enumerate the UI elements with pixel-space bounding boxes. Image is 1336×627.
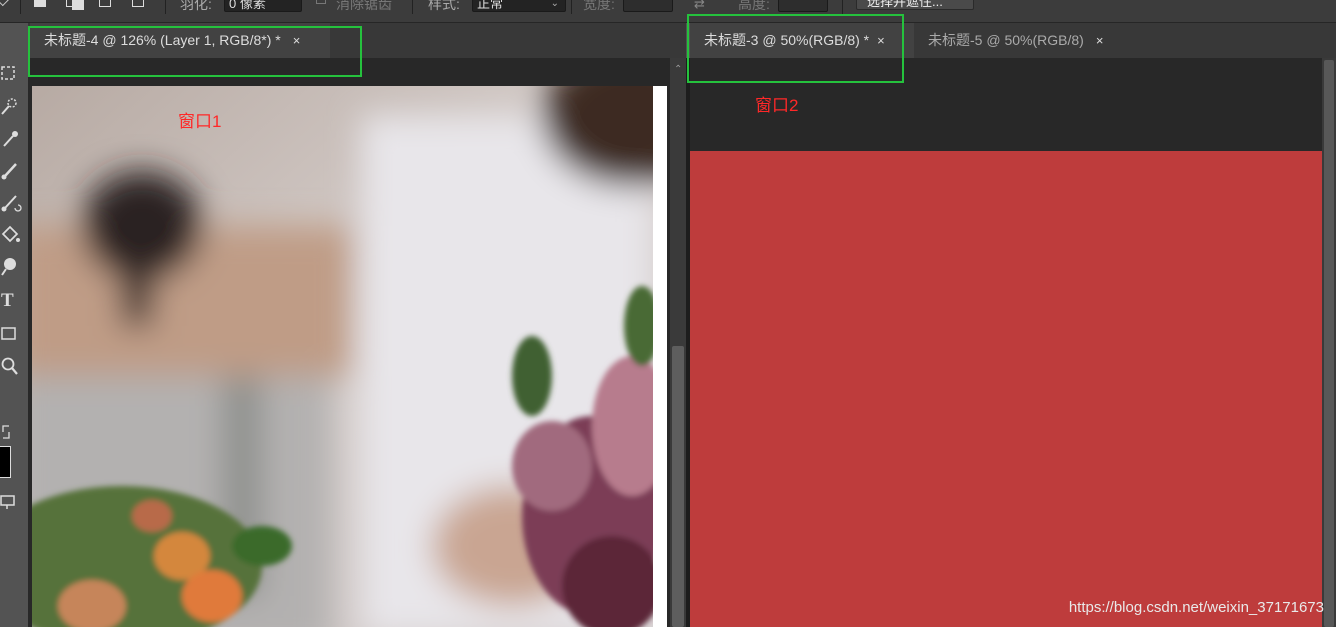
annotation-window1: 窗口1: [178, 112, 222, 131]
type-icon[interactable]: T: [0, 290, 27, 312]
red-document-canvas[interactable]: [690, 151, 1322, 627]
paint-bucket-icon[interactable]: [0, 224, 26, 246]
tab-untitled-5[interactable]: 未标题-5 @ 50%(RGB/8) ×: [914, 23, 1124, 58]
style-select[interactable]: 正常 ⌄: [472, 0, 566, 12]
new-selection-icon[interactable]: [34, 0, 46, 7]
tab-label: 未标题-5 @ 50%(RGB/8): [928, 32, 1084, 48]
flowers-photo[interactable]: [32, 86, 653, 627]
dropdown-arrow-icon[interactable]: [0, 0, 10, 7]
rectangle-icon[interactable]: [0, 324, 26, 346]
scrollbar-thumb-1[interactable]: [672, 346, 684, 627]
antialias-checkbox[interactable]: [316, 0, 326, 4]
separator: [165, 0, 166, 14]
watermark-url: https://blog.csdn.net/weixin_37171673: [1068, 599, 1324, 616]
intersect-selection-icon[interactable]: [132, 0, 144, 7]
zoom-icon[interactable]: [0, 356, 26, 378]
swap-colors-icon[interactable]: [0, 422, 26, 444]
tools-panel: T: [0, 58, 29, 627]
dodge-icon[interactable]: [0, 256, 26, 278]
separator: [20, 0, 21, 14]
style-label: 样式:: [428, 0, 460, 12]
scroll-up-arrow-icon[interactable]: ⌃: [674, 64, 682, 75]
width-input[interactable]: [623, 0, 673, 12]
feather-input[interactable]: 0 像素: [224, 0, 302, 12]
history-brush-icon[interactable]: [0, 192, 26, 214]
swap-width-height-icon[interactable]: ⇄: [694, 0, 705, 12]
feather-label: 羽化:: [180, 0, 212, 12]
height-input[interactable]: [778, 0, 828, 12]
antialias-label: 消除锯齿: [336, 0, 392, 12]
select-and-mask-button[interactable]: 选择并遮住...: [856, 0, 974, 10]
annotation-window2: 窗口2: [755, 96, 799, 115]
separator: [412, 0, 413, 14]
canvas-edge: [653, 86, 667, 627]
close-icon[interactable]: ×: [1096, 23, 1104, 58]
highlight-box-tab-1: [28, 26, 362, 77]
add-to-selection-icon-overlay: [72, 0, 84, 10]
options-bar: 羽化: 0 像素 消除锯齿 样式: 正常 ⌄ 宽度: ⇄ 高度: 选择并遮住..…: [0, 0, 1336, 23]
brush-icon[interactable]: [0, 160, 26, 182]
style-select-value: 正常: [477, 0, 504, 11]
height-label: 高度:: [738, 0, 770, 12]
rect-marquee-icon[interactable]: [0, 64, 26, 86]
quick-select-icon[interactable]: [0, 96, 26, 118]
screen-mode-icon[interactable]: [0, 492, 26, 514]
scrollbar-thumb-2[interactable]: [1324, 60, 1334, 627]
subtract-selection-icon[interactable]: [99, 0, 111, 7]
separator: [842, 0, 843, 14]
eyedropper-icon[interactable]: [0, 128, 26, 150]
highlight-box-tab-2: [687, 14, 904, 83]
chevron-down-icon: ⌄: [550, 0, 559, 9]
foreground-color-icon[interactable]: [0, 446, 11, 478]
separator: [571, 0, 572, 14]
width-label: 宽度:: [583, 0, 615, 12]
